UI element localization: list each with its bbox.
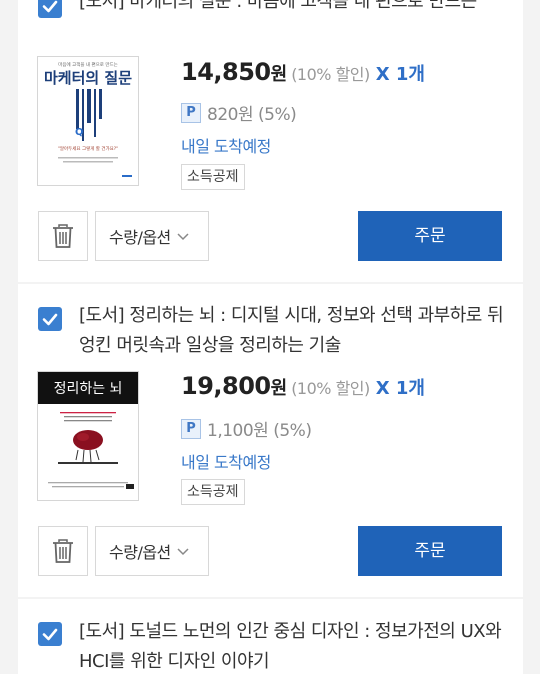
- order-button[interactable]: 주문: [358, 526, 502, 576]
- chevron-down-icon: [177, 233, 189, 241]
- item-title[interactable]: [도서] 도널드 노먼의 인간 중심 디자인 : 정보가전의 UX와 HCI를 …: [79, 617, 504, 674]
- item-price: 19,800: [181, 372, 271, 400]
- book-cover-art: 마음에 고객을 내 편으로 만드는 마케터의 질문 Q "알아두세요 그렇게 할…: [38, 57, 138, 185]
- cover-q-letter: Q: [75, 127, 84, 138]
- price-row: 14,850 원 (10% 할인) X 1개: [181, 58, 425, 86]
- cover-tagline: "알아두세요 그렇게 할 건가요?": [58, 145, 119, 152]
- delete-button[interactable]: [38, 211, 88, 261]
- cover-title-text: 정리하는 뇌: [54, 381, 123, 397]
- tax-deduction-badge: 소득공제: [181, 164, 245, 190]
- point-row: P 1,100원 (5%): [181, 416, 312, 441]
- check-icon: [42, 313, 58, 326]
- price-unit: 원: [270, 64, 288, 85]
- quantity-option-label: 수량/옵션: [109, 228, 171, 247]
- cover-top-text: 마음에 고객을 내 편으로 만드는: [58, 61, 118, 68]
- trash-icon: [53, 539, 73, 563]
- delivery-date: 내일 도착예정: [181, 137, 271, 156]
- book-cover[interactable]: 마음에 고객을 내 편으로 만드는 마케터의 질문 Q "알아두세요 그렇게 할…: [37, 56, 139, 186]
- point-icon: P: [181, 102, 201, 123]
- trash-icon: [53, 224, 73, 248]
- discount-text: (10% 할인): [291, 65, 370, 84]
- item-title[interactable]: [도서] 마케터의 질문 : 마음에 고객을 내 편으로 만드는: [79, 0, 504, 17]
- delete-button[interactable]: [38, 526, 88, 576]
- check-icon: [42, 0, 58, 13]
- point-text: 820원 (5%): [207, 105, 297, 125]
- delivery-date: 내일 도착예정: [181, 453, 271, 472]
- cover-title-text: 마케터의 질문: [44, 69, 132, 87]
- quantity-text: X 1개: [375, 378, 425, 399]
- quantity-text: X 1개: [375, 64, 425, 85]
- check-icon: [42, 628, 58, 641]
- price-unit: 원: [270, 378, 288, 399]
- price-row: 19,800 원 (10% 할인) X 1개: [181, 372, 425, 400]
- book-cover[interactable]: 정리하는 뇌: [37, 371, 139, 501]
- point-text: 1,100원 (5%): [207, 421, 312, 441]
- cart-item: [도서] 정리하는 뇌 : 디지털 시대, 정보와 선택 과부하로 뒤엉킨 머릿…: [18, 284, 523, 597]
- chevron-down-icon: [177, 548, 189, 556]
- point-icon: P: [181, 418, 201, 439]
- quantity-option-button[interactable]: 수량/옵션: [95, 211, 209, 261]
- discount-text: (10% 할인): [291, 379, 370, 398]
- cart-item: [도서] 마케터의 질문 : 마음에 고객을 내 편으로 만드는 마음에 고객을…: [18, 0, 523, 282]
- quantity-option-label: 수량/옵션: [109, 543, 171, 562]
- quantity-option-button[interactable]: 수량/옵션: [95, 526, 209, 576]
- point-row: P 820원 (5%): [181, 100, 297, 125]
- cart-item: [도서] 도널드 노먼의 인간 중심 디자인 : 정보가전의 UX와 HCI를 …: [18, 599, 523, 674]
- item-price: 14,850: [181, 58, 271, 86]
- book-cover-art: 정리하는 뇌: [38, 372, 138, 500]
- tax-deduction-badge: 소득공제: [181, 479, 245, 505]
- item-checkbox[interactable]: [38, 0, 62, 18]
- item-checkbox[interactable]: [38, 622, 62, 646]
- order-button[interactable]: 주문: [358, 211, 502, 261]
- item-title[interactable]: [도서] 정리하는 뇌 : 디지털 시대, 정보와 선택 과부하로 뒤엉킨 머릿…: [79, 301, 504, 361]
- item-checkbox[interactable]: [38, 307, 62, 331]
